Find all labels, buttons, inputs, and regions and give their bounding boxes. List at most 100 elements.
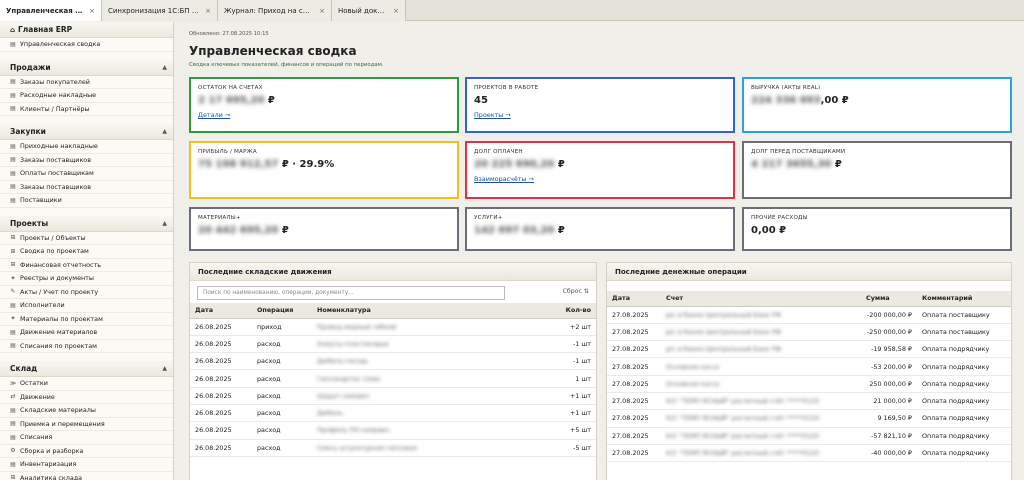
table-row[interactable]: 27.08.2025 р/с в банке Центральный Банк Р… bbox=[607, 340, 1011, 359]
kpi-link[interactable]: Взаиморасчёты → bbox=[474, 175, 534, 183]
close-icon[interactable]: × bbox=[89, 7, 95, 15]
table-row[interactable]: 26.08.2025 расход Дюбель-гвоздь -1 шт bbox=[190, 352, 596, 371]
sidebar-item[interactable]: ▤ Складские материалы bbox=[0, 404, 173, 418]
table-cell: р/с в банке Центральный Банк РФ bbox=[661, 340, 861, 359]
sidebar-item[interactable]: ▤ Исполнители bbox=[0, 299, 173, 313]
kpi-blurred-amount: 142 697 03,20 bbox=[474, 225, 555, 236]
sidebar-item-label: Сводка по проектам bbox=[20, 247, 89, 256]
tab-0[interactable]: Управленческая сводка × bbox=[0, 0, 102, 21]
column-header[interactable]: Комментарий bbox=[917, 291, 1011, 307]
close-icon[interactable]: × bbox=[393, 7, 399, 15]
table-row[interactable]: 26.08.2025 расход Гипсокартон 12мм 1 шт bbox=[190, 369, 596, 388]
chevron-up-icon[interactable]: ▲ bbox=[162, 128, 167, 135]
table-cell: Оплата подрядчику bbox=[917, 392, 1011, 411]
table-row[interactable]: 27.08.2025 р/с в банке Центральный Банк Р… bbox=[607, 306, 1011, 324]
sidebar-item[interactable]: ▤ Заказы покупателей bbox=[0, 76, 173, 89]
sidebar-item[interactable]: ⊞ Проекты / Объекты bbox=[0, 232, 173, 245]
sidebar-item[interactable]: ▤ Движение материалов bbox=[0, 326, 173, 340]
table-row[interactable]: 27.08.2025 К/С "ТЕМП ЯСНЫЙ" расчетный счё… bbox=[607, 392, 1011, 411]
tab-2[interactable]: Журнал: Приход на складами × bbox=[218, 0, 332, 21]
sidebar-item[interactable]: ⇄ Движение bbox=[0, 391, 173, 404]
close-icon[interactable]: × bbox=[319, 7, 325, 15]
sidebar-item[interactable]: ▤ Инвентаризация bbox=[0, 458, 173, 472]
sidebar-item[interactable]: ▤ Расходные накладные bbox=[0, 89, 173, 103]
sidebar-item[interactable]: ▤ Заказы поставщиков bbox=[0, 181, 173, 194]
column-header[interactable]: Дата bbox=[190, 303, 252, 319]
tab-1[interactable]: Синхронизация 1С:БП — усл... × bbox=[102, 0, 218, 21]
sidebar-item[interactable]: ⚙ Сборка и разборка bbox=[0, 445, 173, 458]
table-row[interactable]: 26.08.2025 расход Дюбель +1 шт bbox=[190, 404, 596, 423]
tab-3[interactable]: Новый документ × bbox=[332, 0, 406, 21]
kpi-card-1: ПРОЕКТОВ В РАБОТЕ 45 Проекты → bbox=[465, 77, 735, 133]
sidebar-item[interactable]: ✎ Акты / Учет по проекту bbox=[0, 286, 173, 299]
table-row[interactable]: 26.08.2025 расход Шуруп саморез +1 шт bbox=[190, 387, 596, 405]
sidebar-item-summary[interactable]: ▤ Управленческая сводка bbox=[0, 38, 173, 52]
sidebar-section-title: Продажи bbox=[10, 62, 51, 72]
sidebar-item[interactable]: ▤ Приходные накладные bbox=[0, 140, 173, 154]
reset-filter-button[interactable]: Сброс ⇅ bbox=[563, 288, 589, 295]
sidebar-item[interactable]: ✦ Реестры и документы bbox=[0, 272, 173, 286]
column-header[interactable]: Дата bbox=[607, 291, 661, 307]
kpi-value: 142 697 03,20 ₽ bbox=[474, 225, 726, 236]
kpi-amount: 0,00 ₽ bbox=[751, 225, 787, 236]
chevron-up-icon[interactable]: ▲ bbox=[162, 220, 167, 227]
sidebar-item[interactable]: ▤ Списания bbox=[0, 431, 173, 445]
chevron-up-icon[interactable]: ▲ bbox=[162, 365, 167, 372]
kpi-amount: ₽ bbox=[554, 225, 565, 236]
sidebar-item[interactable]: ▤ Приемка и перемещения bbox=[0, 418, 173, 431]
kpi-label: МАТЕРИАЛЫ+ bbox=[198, 215, 241, 221]
sidebar-item[interactable]: ▤ Клиенты / Партнёры bbox=[0, 103, 173, 116]
tab-label: Синхронизация 1С:БП — усл... bbox=[108, 6, 199, 15]
close-icon[interactable]: × bbox=[205, 7, 211, 15]
sidebar-home-header[interactable]: ⌂ Главная ERP bbox=[0, 22, 173, 38]
table-row[interactable]: 27.08.2025 К/С "ТЕМП ЯСНЫЙ" расчетный счё… bbox=[607, 427, 1011, 445]
money-operations-panel: Последние денежные операции Дата Счет Сумм… bbox=[606, 262, 1012, 480]
table-row[interactable]: 26.08.2025 расход Профиль ПН направл. +5 шт bbox=[190, 421, 596, 440]
sidebar-item[interactable]: ▤ Поставщики bbox=[0, 194, 173, 208]
menu-item-icon: ✎ bbox=[10, 288, 16, 296]
table-cell: +2 шт bbox=[538, 318, 596, 336]
kpi-link[interactable]: Проекты → bbox=[474, 111, 511, 119]
table-row[interactable]: 27.08.2025 Основная касса 250 000,00 ₽ Опла… bbox=[607, 375, 1011, 393]
sidebar-item[interactable]: ≫ Остатки bbox=[0, 377, 173, 391]
table-row[interactable]: 26.08.2025 расход Смесь штукатурная гипсов… bbox=[190, 439, 596, 457]
column-header[interactable]: Счет bbox=[661, 291, 861, 307]
sidebar-item[interactable]: ⊞ Финансовая отчетность bbox=[0, 259, 173, 272]
kpi-card-8: ПРОЧИЕ РАСХОДЫ 0,00 ₽ bbox=[742, 207, 1012, 251]
stock-search-input[interactable]: Поиск по наименованию, операции, докумен… bbox=[197, 286, 505, 300]
table-row[interactable]: 26.08.2025 расход Хомуты пластиковые -1 шт bbox=[190, 335, 596, 354]
column-header[interactable]: Операция bbox=[252, 303, 312, 319]
table-row[interactable]: 27.08.2025 р/с в банке Центральный Банк Р… bbox=[607, 323, 1011, 342]
table-cell: 27.08.2025 bbox=[607, 427, 661, 445]
sidebar-item[interactable]: ⊞ Сводка по проектам bbox=[0, 245, 173, 259]
sidebar-item[interactable]: ▤ Оплаты поставщикам bbox=[0, 167, 173, 181]
sidebar-item[interactable]: ▤ Списания по проектам bbox=[0, 340, 173, 353]
sidebar-item-label: Остатки bbox=[20, 379, 48, 388]
sidebar-section-1[interactable]: Закупки ▲ bbox=[0, 124, 173, 140]
column-header[interactable]: Номенклатура bbox=[312, 303, 538, 319]
menu-item-icon: ▤ bbox=[10, 183, 16, 191]
sidebar-section-2[interactable]: Проекты ▲ bbox=[0, 215, 173, 232]
sidebar-item-label: Аналитика склада bbox=[20, 473, 83, 480]
sidebar-item[interactable]: ⊞ Аналитика склада bbox=[0, 472, 173, 480]
kpi-amount: 45 bbox=[474, 95, 488, 106]
menu-item-icon: ▤ bbox=[10, 105, 16, 113]
sidebar-section-0[interactable]: Продажи ▲ bbox=[0, 59, 173, 76]
column-header[interactable]: Сумма bbox=[861, 291, 917, 307]
table-row[interactable]: 27.08.2025 Основная касса -53 200,00 ₽ Опла… bbox=[607, 357, 1011, 376]
sidebar-item[interactable]: ▤ Заказы поставщиков bbox=[0, 154, 173, 167]
kpi-blurred-amount: 20 225 690,20 bbox=[474, 159, 555, 170]
menu-item-icon: ⚙ bbox=[10, 447, 16, 455]
table-cell: Основная касса bbox=[661, 357, 861, 376]
table-row[interactable]: 27.08.2025 К/С "ТЕМП ЯСНЫЙ" расчетный счё… bbox=[607, 409, 1011, 428]
sidebar-section-3[interactable]: Склад ▲ bbox=[0, 361, 173, 377]
menu-item-icon: ▤ bbox=[10, 406, 16, 414]
table-row[interactable]: 26.08.2025 приход Провод медный гибкий +2 ш… bbox=[190, 318, 596, 336]
kpi-link[interactable]: Детали → bbox=[198, 111, 230, 119]
column-header[interactable]: Кол-во bbox=[538, 303, 596, 319]
table-row[interactable]: 27.08.2025 К/С "ТЕМП ЯСНЫЙ" расчетный счё… bbox=[607, 444, 1011, 463]
sidebar-item[interactable]: ✦ Материалы по проектам bbox=[0, 313, 173, 326]
kpi-card-4: ДОЛГ ОПЛАЧЕН 20 225 690,20 ₽ Взаиморасчёты… bbox=[465, 141, 735, 199]
chevron-up-icon[interactable]: ▲ bbox=[162, 64, 167, 71]
money-panel-title: Последние денежные операции bbox=[607, 263, 1011, 281]
